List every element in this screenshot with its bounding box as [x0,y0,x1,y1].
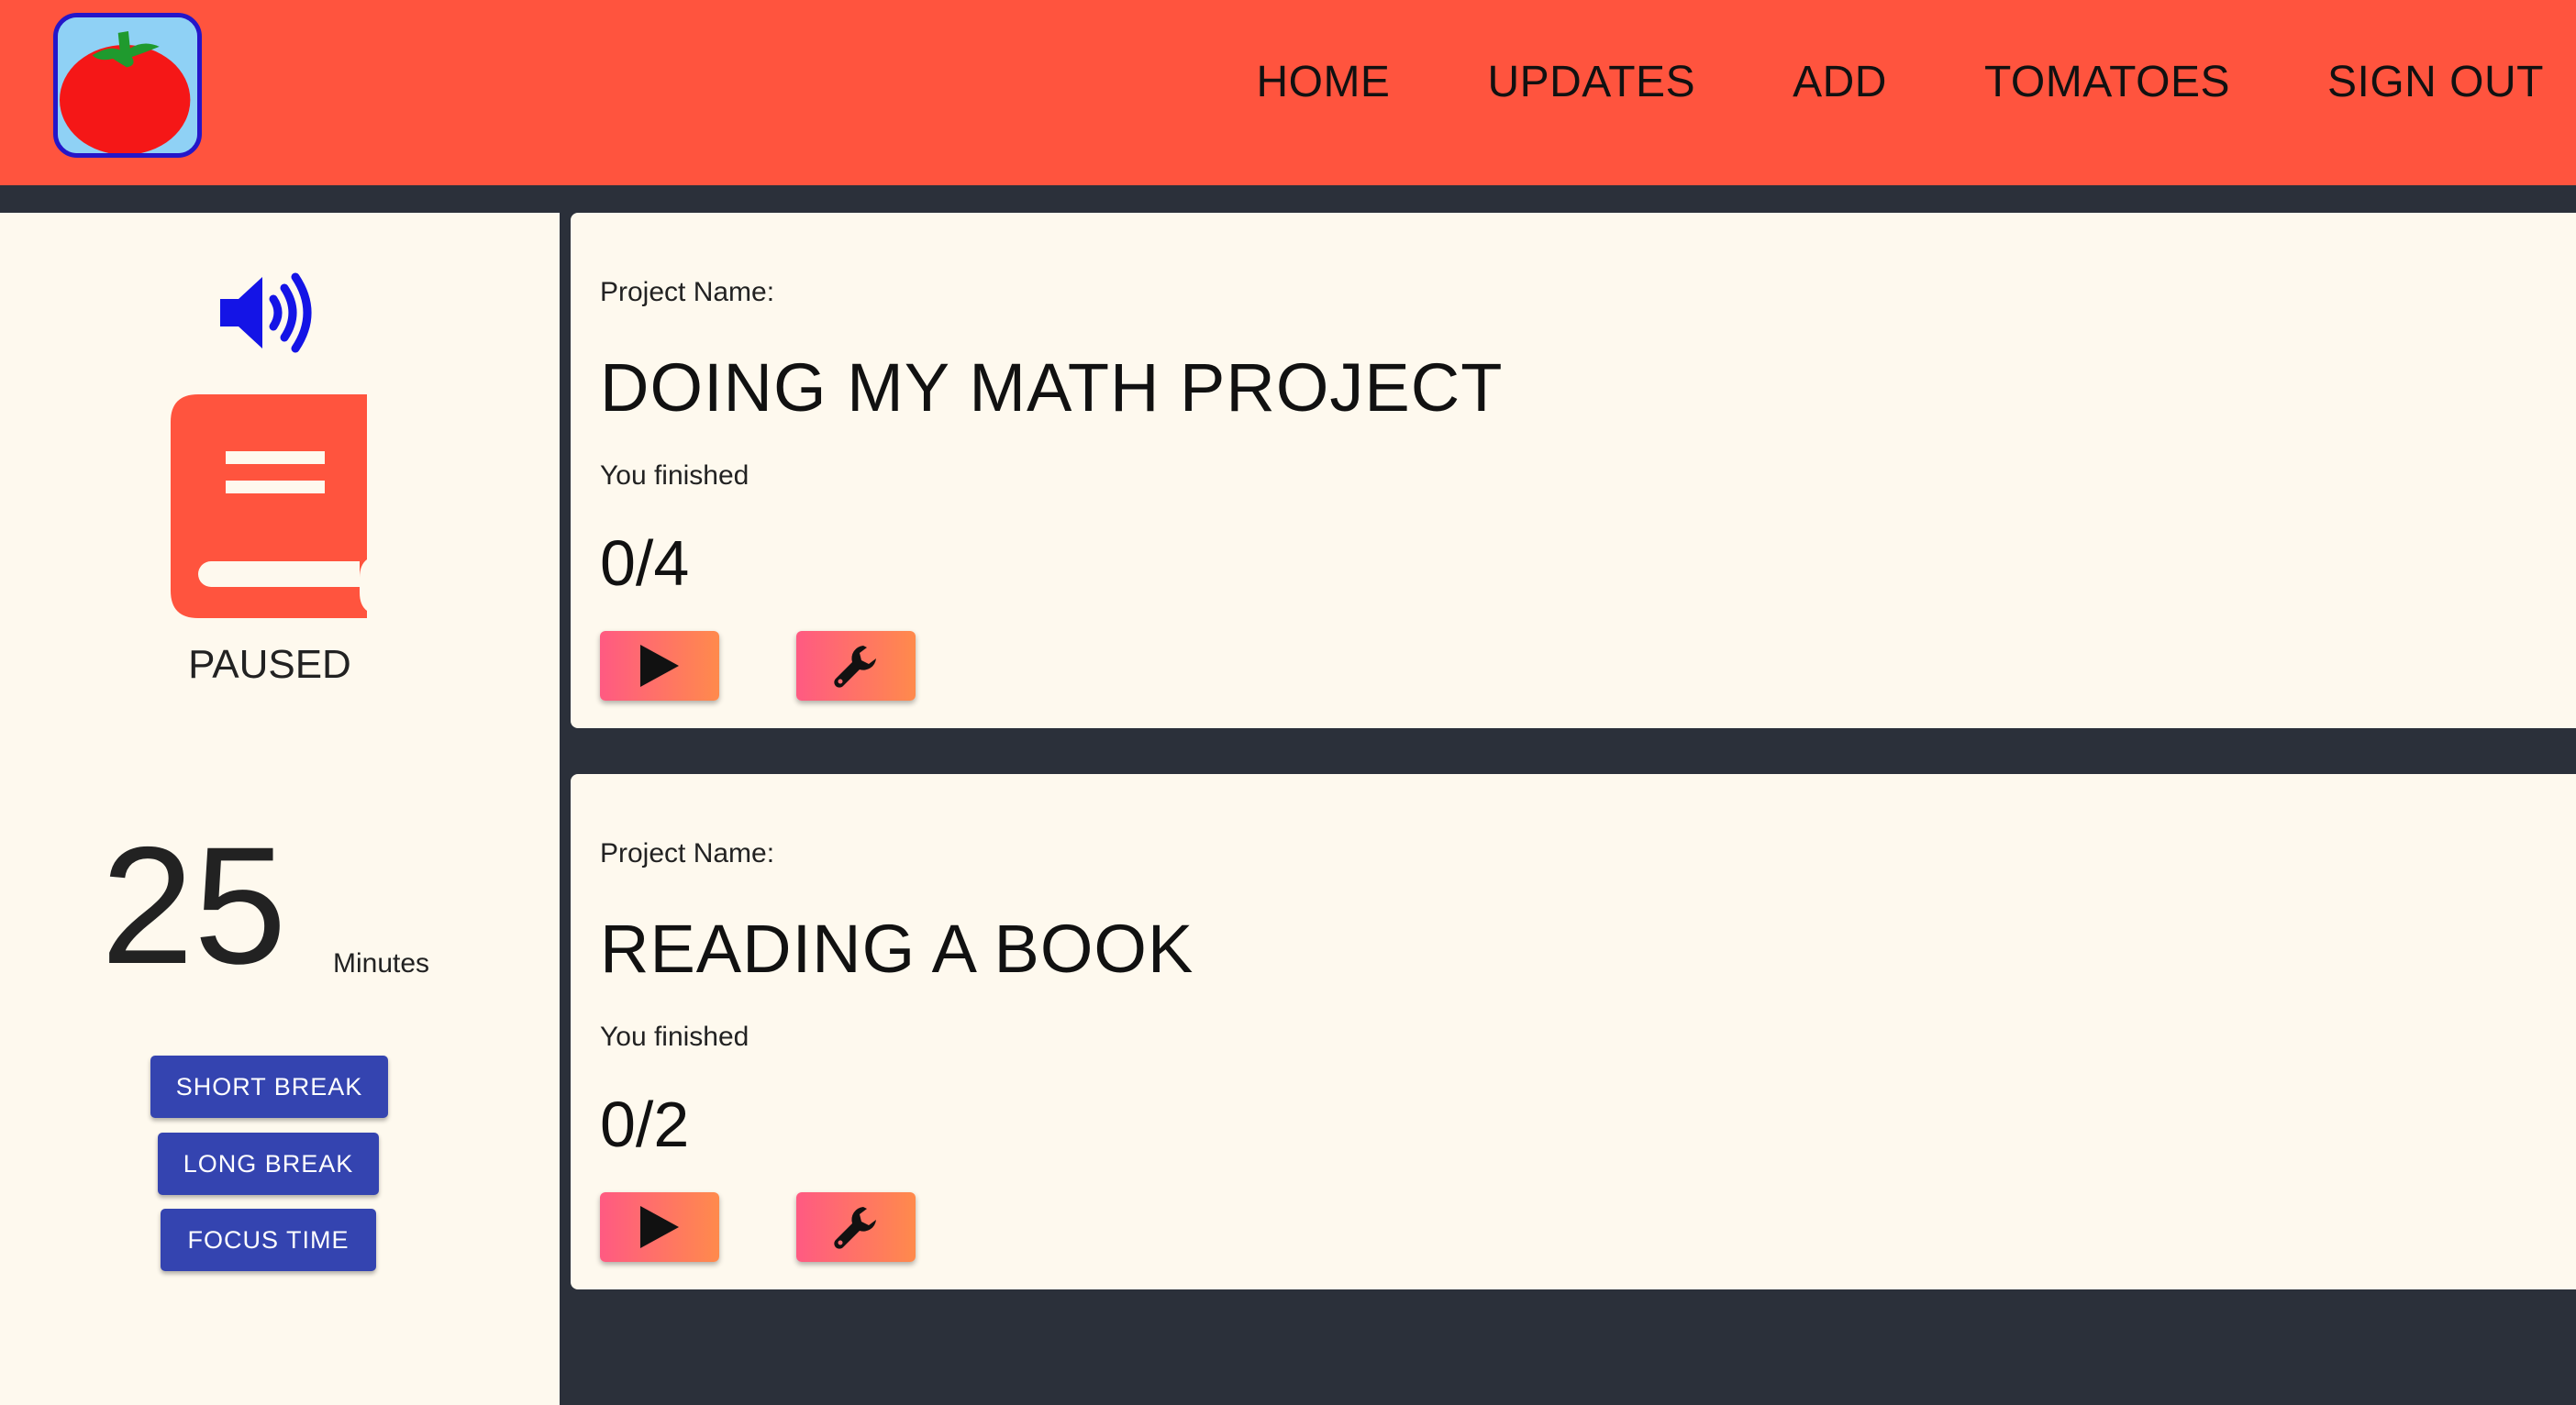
wrench-icon [834,1207,876,1249]
timer-minutes: 25 [101,812,287,999]
project-progress: 0/2 [600,1089,690,1160]
project-card: Project Name: DOING MY MATH PROJECT You … [571,213,2576,728]
nav-add-link[interactable]: ADD [1793,57,1887,107]
project-name-label: Project Name: [600,838,775,868]
play-button[interactable] [600,631,719,701]
nav-home-link[interactable]: HOME [1256,57,1390,107]
timer-status: PAUSED [188,642,351,687]
wrench-icon [834,646,876,688]
project-settings-button[interactable] [796,1192,916,1262]
book-icon [171,394,367,618]
focus-time-button[interactable]: FOCUS TIME [161,1209,376,1271]
nav-updates-link[interactable]: UPDATES [1487,57,1695,107]
tomato-logo-icon[interactable] [53,13,202,158]
nav-tomatoes-link[interactable]: TOMATOES [1984,57,2230,107]
top-navbar: HOME UPDATES ADD TOMATOES SIGN OUT [0,0,2576,185]
project-card: Project Name: READING A BOOK You finishe… [571,774,2576,1289]
finished-label: You finished [600,1022,749,1052]
nav-links: HOME UPDATES ADD TOMATOES SIGN OUT [1256,57,2544,107]
play-button[interactable] [600,1192,719,1262]
short-break-button[interactable]: SHORT BREAK [150,1056,388,1118]
play-icon [640,645,679,687]
project-title: DOING MY MATH PROJECT [600,349,1504,426]
timer-unit-label: Minutes [333,948,430,979]
project-settings-button[interactable] [796,631,916,701]
project-progress: 0/4 [600,527,690,599]
project-title: READING A BOOK [600,911,1194,987]
project-name-label: Project Name: [600,277,775,307]
nav-sign-out-link[interactable]: SIGN OUT [2327,57,2544,107]
speaker-volume-icon[interactable] [220,271,317,354]
play-icon [640,1206,679,1248]
finished-label: You finished [600,460,749,491]
long-break-button[interactable]: LONG BREAK [158,1133,379,1195]
